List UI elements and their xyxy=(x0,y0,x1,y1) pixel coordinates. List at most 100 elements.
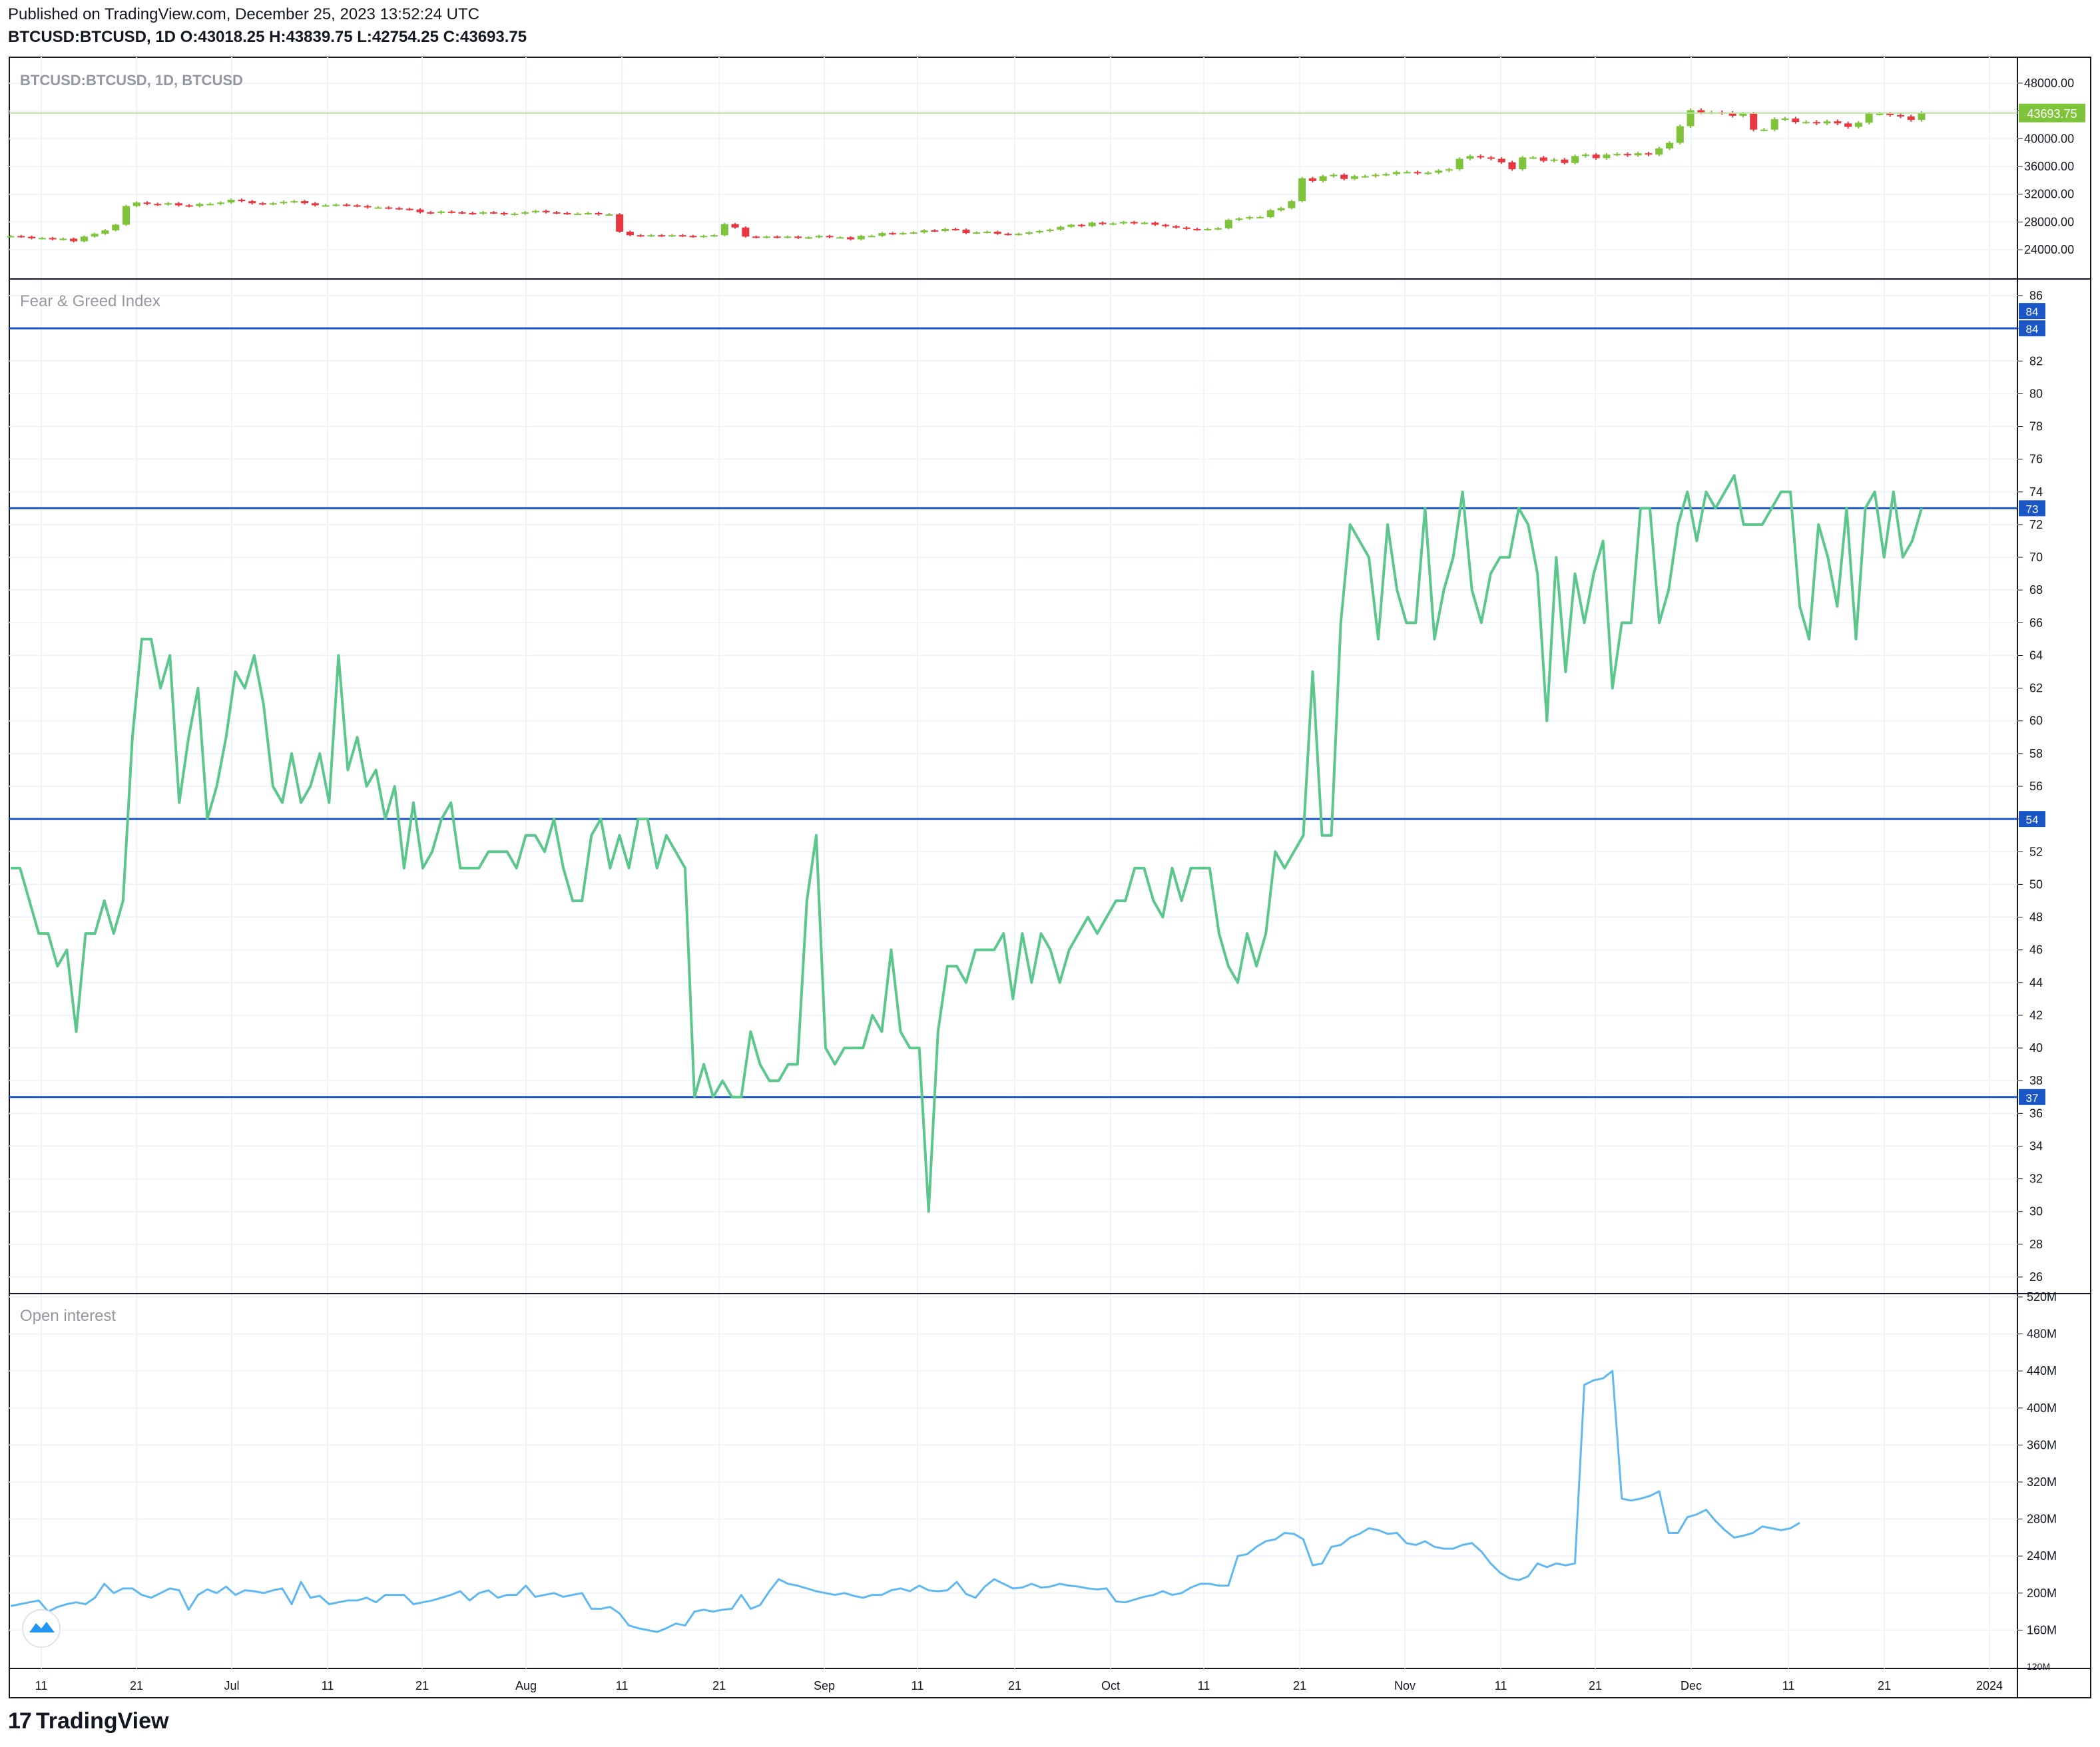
candle-body xyxy=(899,233,907,235)
y-tick-label: 480M xyxy=(2027,1328,2057,1341)
candle-body xyxy=(983,232,991,234)
candle-body xyxy=(1865,113,1873,123)
candle-body xyxy=(1424,172,1432,174)
candle-body xyxy=(973,232,981,234)
candle-body xyxy=(80,236,88,242)
candle-body xyxy=(1812,122,1820,124)
y-tick-label: 30 xyxy=(2029,1205,2043,1218)
y-tick-label: 50 xyxy=(2029,877,2043,891)
candle-body xyxy=(174,203,182,206)
candle-body xyxy=(143,202,151,204)
candle-body xyxy=(269,203,277,205)
candle-body xyxy=(1823,121,1831,124)
candle-body xyxy=(720,224,728,236)
candle-body xyxy=(1539,157,1547,161)
x-tick-label: 21 xyxy=(1589,1679,1602,1692)
pane-title-oi: Open interest xyxy=(20,1307,116,1325)
candle-body xyxy=(1655,148,1663,155)
y-tick-label: 320M xyxy=(2027,1475,2057,1489)
candle-body xyxy=(1477,156,1485,158)
y-tick-label: 58 xyxy=(2029,747,2043,760)
candle-body xyxy=(1613,154,1621,156)
candle-body xyxy=(364,206,372,208)
y-tick-label: 32 xyxy=(2029,1172,2043,1186)
chart-svg[interactable]: 11 21 Jul 11 21 Aug 11 21 Sep 11 21 Oct 11 21 Nov 11 21 D… xyxy=(0,0,2100,1747)
y-tick-label: 68 xyxy=(2029,583,2043,597)
candle-body xyxy=(1350,176,1358,179)
y-tick-label: 520M xyxy=(2027,1290,2057,1304)
candle-body xyxy=(1308,178,1316,181)
candle-body xyxy=(1676,126,1684,143)
candle-body xyxy=(878,233,886,236)
x-tick-label: 11 xyxy=(1198,1679,1210,1692)
candle-body xyxy=(1592,154,1600,158)
candle-body xyxy=(1834,121,1842,124)
candle-body xyxy=(868,236,876,238)
y-tick-label: 62 xyxy=(2029,682,2043,695)
candle-body xyxy=(1876,113,1884,115)
y-tick-label: 32000.00 xyxy=(2024,188,2074,201)
candle-body xyxy=(1109,223,1117,225)
candle-body xyxy=(626,232,634,236)
candle-body xyxy=(616,214,624,232)
y-tick-label: 42 xyxy=(2029,1009,2043,1022)
candle-body xyxy=(836,237,844,239)
candle-body xyxy=(311,203,319,206)
candle-body xyxy=(1172,226,1180,228)
candle-body xyxy=(353,205,361,207)
candle-body xyxy=(258,203,266,205)
y-tick-label: 360M xyxy=(2027,1438,2057,1451)
candle-body xyxy=(847,237,855,240)
candle-body xyxy=(1750,113,1758,130)
candle-body xyxy=(469,212,477,214)
y-tick-label: 60 xyxy=(2029,714,2043,728)
y-tick-label: 72 xyxy=(2029,518,2043,531)
x-tick-label: Aug xyxy=(515,1679,537,1692)
y-tick-label: 400M xyxy=(2027,1401,2057,1415)
brand[interactable]: 17 TradingView xyxy=(8,1708,168,1734)
candle-body xyxy=(1907,116,1915,121)
y-tick-label: 48000.00 xyxy=(2024,77,2074,90)
y-tick-label: 280M xyxy=(2027,1513,2057,1526)
candle-body xyxy=(1214,228,1222,230)
candle-body xyxy=(826,236,834,238)
level-label: 84 xyxy=(2026,323,2039,336)
candle-body xyxy=(7,236,15,238)
candle-body xyxy=(910,232,918,234)
candle-body xyxy=(70,238,78,242)
x-tick-label: 21 xyxy=(1008,1679,1021,1692)
y-tick-label: 66 xyxy=(2029,616,2043,629)
y-tick-label: 86 xyxy=(2029,289,2043,302)
y-tick-label: 76 xyxy=(2029,453,2043,466)
candle-body xyxy=(280,202,288,204)
candle-body xyxy=(1182,227,1190,229)
pane-title-fgi: Fear & Greed Index xyxy=(20,292,160,310)
candle-body xyxy=(1571,156,1579,163)
candle-body xyxy=(1561,159,1569,163)
candle-body xyxy=(1802,122,1810,124)
x-tick-label: 11 xyxy=(1782,1679,1795,1692)
candle-body xyxy=(637,235,645,237)
candle-body xyxy=(1035,230,1043,233)
candle-body xyxy=(1781,119,1789,121)
candle-body xyxy=(1697,110,1705,113)
y-tick-label: 44 xyxy=(2029,976,2043,989)
candle-body xyxy=(1025,232,1033,234)
candle-body xyxy=(1288,201,1296,208)
y-tick-label: 80 xyxy=(2029,387,2043,400)
candle-body xyxy=(1382,174,1390,176)
candle-body xyxy=(489,212,497,214)
candle-body xyxy=(1099,222,1107,224)
brand-name: TradingView xyxy=(35,1708,169,1734)
tradingview-logo-icon: 17 xyxy=(8,1708,32,1734)
candle-body xyxy=(1623,154,1631,156)
candle-body xyxy=(700,236,708,238)
candle-body xyxy=(1896,115,1904,117)
candle-body xyxy=(689,236,697,238)
candle-body xyxy=(1193,228,1201,230)
candle-body xyxy=(1792,119,1800,123)
candle-body xyxy=(91,234,99,237)
candle-body xyxy=(1854,123,1862,127)
x-tick-label: 11 xyxy=(912,1679,924,1692)
candle-body xyxy=(1340,174,1348,179)
